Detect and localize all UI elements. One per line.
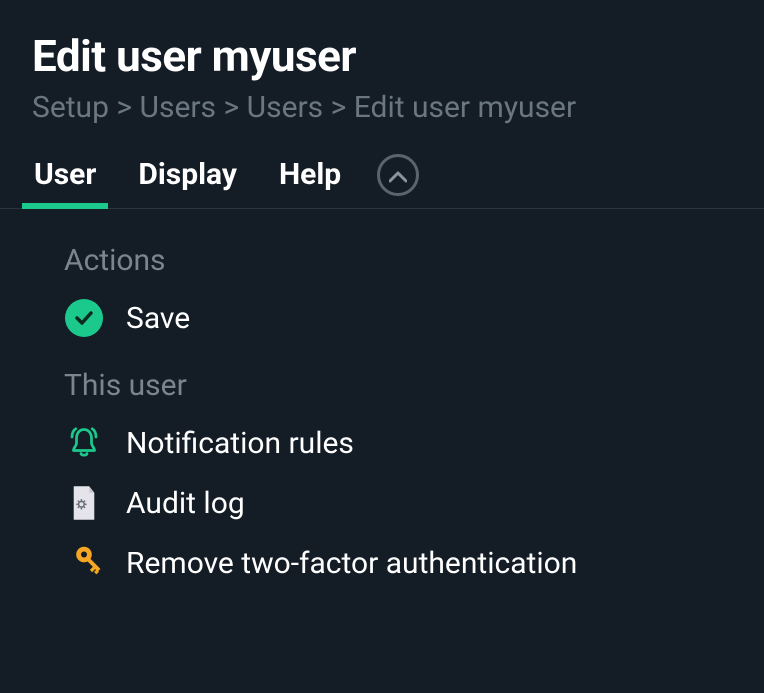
notification-rules-label: Notification rules [126,426,354,461]
breadcrumb-item[interactable]: Setup [32,90,109,125]
section-label-actions: Actions [64,243,700,278]
tab-user[interactable]: User [28,147,102,208]
checkmark-circle-icon [65,299,103,337]
section-label-this-user: This user [64,368,700,403]
remove-2fa-button[interactable]: Remove two-factor authentication [64,543,700,583]
breadcrumb: Setup > Users > Users > Edit user myuser [32,90,732,125]
collapse-panel-button[interactable] [377,154,419,196]
notification-rules-button[interactable]: Notification rules [64,423,700,463]
chevron-up-icon [389,171,407,183]
page-title: Edit user myuser [32,30,732,82]
tab-help[interactable]: Help [273,147,347,208]
save-button[interactable]: Save [64,298,700,338]
breadcrumb-item[interactable]: Users [247,90,324,125]
save-label: Save [126,301,190,336]
breadcrumb-sep: > [116,90,132,125]
tab-bar: User Display Help [0,147,764,209]
breadcrumb-sep: > [223,90,239,125]
breadcrumb-item[interactable]: Edit user myuser [354,90,576,125]
audit-log-label: Audit log [126,486,245,521]
remove-2fa-label: Remove two-factor authentication [126,546,577,581]
file-gear-icon [68,485,100,521]
bell-icon [66,425,102,461]
audit-log-button[interactable]: Audit log [64,483,700,523]
breadcrumb-item[interactable]: Users [140,90,217,125]
breadcrumb-sep: > [331,90,347,125]
key-icon [66,545,102,581]
tab-display[interactable]: Display [132,147,243,208]
